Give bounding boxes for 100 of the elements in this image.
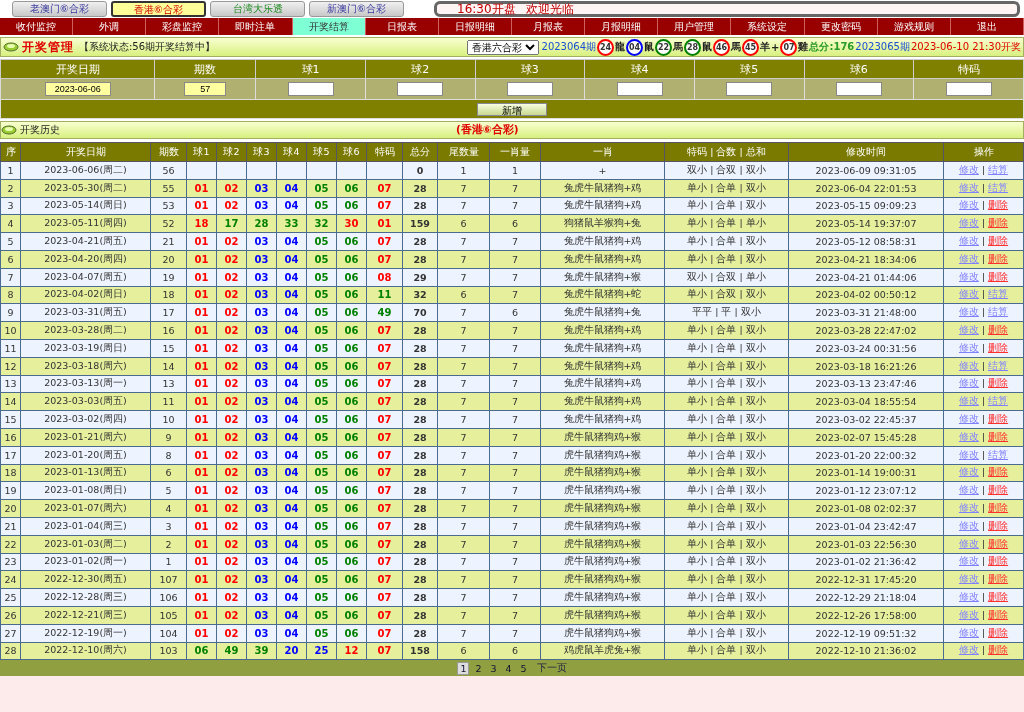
- edit-link[interactable]: 修改: [958, 484, 979, 496]
- edit-link[interactable]: 修改: [958, 377, 979, 389]
- nav-item[interactable]: 日报明细: [438, 18, 512, 35]
- edit-link[interactable]: 修改: [958, 163, 979, 175]
- delete-link[interactable]: 删除: [988, 377, 1009, 389]
- settle-link[interactable]: 结算: [988, 181, 1009, 193]
- edit-link[interactable]: 修改: [958, 644, 979, 656]
- edit-link[interactable]: 修改: [958, 413, 979, 425]
- settle-link[interactable]: 结算: [988, 448, 1009, 460]
- ball-number: 03: [254, 307, 269, 319]
- delete-link[interactable]: 删除: [988, 644, 1009, 656]
- edit-link[interactable]: 修改: [958, 395, 979, 407]
- settle-link[interactable]: 结算: [988, 288, 1009, 300]
- nav-item[interactable]: 退出: [950, 18, 1024, 35]
- ball-number: 20: [284, 645, 299, 657]
- edit-link[interactable]: 修改: [958, 324, 979, 336]
- edit-link[interactable]: 修改: [958, 608, 979, 620]
- edit-link[interactable]: 修改: [958, 252, 979, 264]
- edit-link[interactable]: 修改: [958, 466, 979, 478]
- delete-link[interactable]: 删除: [988, 555, 1009, 567]
- issue-field[interactable]: 57: [184, 82, 227, 96]
- ball-field[interactable]: [945, 82, 992, 96]
- ball-number: 04: [284, 414, 299, 426]
- ball-field[interactable]: [397, 82, 444, 96]
- delete-link[interactable]: 删除: [988, 573, 1009, 585]
- settle-link[interactable]: 结算: [988, 163, 1009, 175]
- settle-link[interactable]: 结算: [988, 306, 1009, 318]
- ball-number: 05: [314, 360, 329, 372]
- column-header: 总分: [402, 142, 438, 162]
- page-link[interactable]: 3: [487, 661, 500, 675]
- nav-item[interactable]: 月报明细: [585, 18, 659, 35]
- lottery-tab[interactable]: 老澳门⑥合彩: [12, 1, 107, 17]
- delete-link[interactable]: 删除: [988, 626, 1009, 638]
- edit-link[interactable]: 修改: [958, 502, 979, 514]
- ball-field[interactable]: [287, 82, 334, 96]
- edit-link[interactable]: 修改: [958, 235, 979, 247]
- delete-link[interactable]: 删除: [988, 341, 1009, 353]
- settle-link[interactable]: 结算: [988, 395, 1009, 407]
- page-link[interactable]: 5: [517, 661, 530, 675]
- edit-link[interactable]: 修改: [958, 555, 979, 567]
- edit-link[interactable]: 修改: [958, 181, 979, 193]
- delete-link[interactable]: 删除: [988, 413, 1009, 425]
- lottery-tab[interactable]: 香港⑥合彩: [111, 1, 206, 17]
- delete-link[interactable]: 删除: [988, 217, 1009, 229]
- delete-link[interactable]: 删除: [988, 519, 1009, 531]
- nav-item[interactable]: 月报表: [512, 18, 586, 35]
- delete-link[interactable]: 删除: [988, 199, 1009, 211]
- edit-link[interactable]: 修改: [958, 199, 979, 211]
- page-link[interactable]: 4: [502, 661, 515, 675]
- ball-field[interactable]: [616, 82, 663, 96]
- edit-link[interactable]: 修改: [958, 270, 979, 282]
- ball-number: 04: [626, 38, 644, 56]
- settle-link[interactable]: 结算: [988, 359, 1009, 371]
- delete-link[interactable]: 删除: [988, 502, 1009, 514]
- ball-number: 01: [194, 592, 209, 603]
- nav-item[interactable]: 彩盘监控: [146, 18, 220, 35]
- ball-field[interactable]: [726, 82, 773, 96]
- edit-link[interactable]: 修改: [958, 306, 979, 318]
- next-page-link[interactable]: 下一页: [536, 661, 567, 675]
- edit-link[interactable]: 修改: [958, 448, 979, 460]
- date-field[interactable]: 2023-06-06: [44, 82, 111, 96]
- delete-link[interactable]: 删除: [988, 430, 1009, 442]
- edit-link[interactable]: 修改: [958, 537, 979, 549]
- edit-link[interactable]: 修改: [958, 359, 979, 371]
- ball-number: 05: [314, 467, 329, 479]
- lottery-select[interactable]: 香港六合彩: [466, 39, 539, 55]
- nav-item[interactable]: 更改密码: [804, 18, 878, 35]
- edit-link[interactable]: 修改: [958, 626, 979, 638]
- delete-link[interactable]: 删除: [988, 484, 1009, 496]
- nav-item[interactable]: 系统设定: [731, 18, 805, 35]
- add-button[interactable]: 新增: [477, 102, 547, 116]
- delete-link[interactable]: 删除: [988, 537, 1009, 549]
- ball-field[interactable]: [506, 82, 553, 96]
- delete-link[interactable]: 删除: [988, 270, 1009, 282]
- ball-field[interactable]: [835, 82, 882, 96]
- ball-number: 01: [194, 200, 209, 212]
- page-link[interactable]: 2: [472, 661, 485, 675]
- nav-item[interactable]: 收付监控: [0, 18, 74, 35]
- delete-link[interactable]: 删除: [988, 324, 1009, 336]
- edit-link[interactable]: 修改: [958, 341, 979, 353]
- delete-link[interactable]: 删除: [988, 235, 1009, 247]
- nav-item[interactable]: 日报表: [365, 18, 439, 35]
- nav-item[interactable]: 开奖结算: [292, 18, 366, 35]
- lottery-tab[interactable]: 台湾大乐透: [210, 1, 305, 17]
- edit-link[interactable]: 修改: [958, 573, 979, 585]
- page-link[interactable]: 1: [457, 661, 470, 675]
- delete-link[interactable]: 删除: [988, 466, 1009, 478]
- edit-link[interactable]: 修改: [958, 288, 979, 300]
- nav-item[interactable]: 外调: [73, 18, 147, 35]
- delete-link[interactable]: 删除: [988, 591, 1009, 602]
- delete-link[interactable]: 删除: [988, 608, 1009, 620]
- delete-link[interactable]: 删除: [988, 252, 1009, 264]
- lottery-tab[interactable]: 新澳门⑥合彩: [309, 1, 404, 17]
- edit-link[interactable]: 修改: [958, 430, 979, 442]
- nav-item[interactable]: 用户管理: [658, 18, 732, 35]
- nav-item[interactable]: 游戏规则: [877, 18, 951, 35]
- edit-link[interactable]: 修改: [958, 591, 979, 602]
- edit-link[interactable]: 修改: [958, 519, 979, 531]
- nav-item[interactable]: 即时注单: [219, 18, 293, 35]
- edit-link[interactable]: 修改: [958, 217, 979, 229]
